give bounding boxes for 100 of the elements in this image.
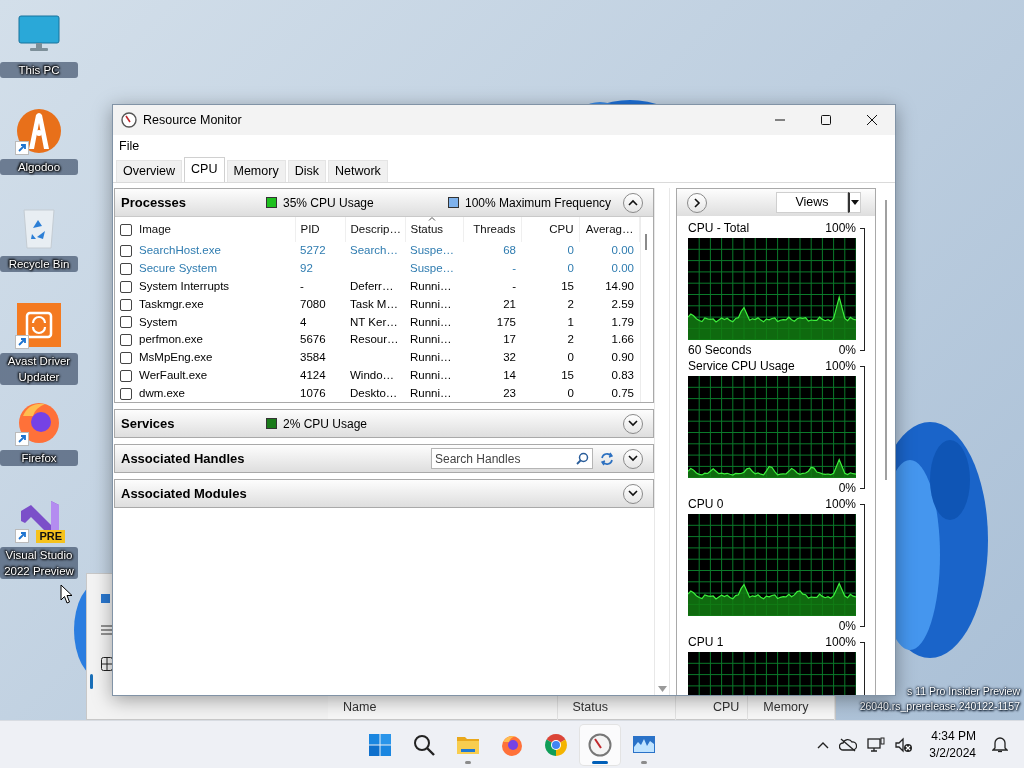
panel-title: Processes <box>121 193 188 212</box>
chevron-down-icon <box>628 455 638 462</box>
build-info-text: s 11 Pro Insider Preview <box>905 684 1020 699</box>
table-cell-text: Suspe… <box>409 261 456 277</box>
notifications-button[interactable] <box>992 736 1008 753</box>
scale-label: 0% <box>838 481 856 495</box>
panel-title: Services <box>121 414 176 433</box>
checkbox[interactable] <box>120 280 132 293</box>
scroll-down-icon <box>657 686 667 692</box>
scrollbar-thumb[interactable] <box>885 200 887 480</box>
desktop-shortcut[interactable]: PRE Visual Studio 2022 Preview <box>0 495 78 592</box>
table-cell-text: 21 <box>502 296 517 312</box>
column-header[interactable]: Image <box>139 222 171 235</box>
dropdown-button[interactable] <box>848 192 861 213</box>
table-cell-text: 0.90 <box>610 350 635 366</box>
preview-tag: PRE <box>36 530 65 543</box>
column-header[interactable]: Averag… <box>585 222 634 235</box>
checkbox[interactable] <box>120 223 132 236</box>
desktop-shortcut[interactable]: Algodoo <box>0 107 78 204</box>
usage-text: 35% CPU Usage <box>283 194 374 212</box>
chevron-button[interactable] <box>623 192 643 213</box>
tray-button[interactable] <box>839 737 858 752</box>
table-cell-text: 14.90 <box>604 279 635 294</box>
table-cell-text: 17 <box>502 332 517 348</box>
tab[interactable]: Overview <box>116 160 183 182</box>
clock-button[interactable]: 4:34 PM 3/2/2024 <box>923 727 982 762</box>
table-cell: Search… <box>345 242 405 260</box>
desktop-shortcut[interactable]: Avast Driver Updater <box>0 301 78 398</box>
chevron-button[interactable] <box>623 448 643 469</box>
desktop-shortcut[interactable]: This PC <box>0 10 78 107</box>
table-cell-text: 1076 <box>299 385 327 401</box>
chevron-right-icon <box>693 197 701 208</box>
table-cell-text: Deskto… <box>349 385 399 401</box>
selection-indicator <box>90 674 93 689</box>
table-cell-text: 1 <box>566 314 575 330</box>
checkbox[interactable] <box>120 245 132 258</box>
taskbar-app-button[interactable] <box>580 724 620 765</box>
chevron-down-icon <box>628 490 638 497</box>
checkbox[interactable] <box>120 298 132 311</box>
gauge-icon <box>121 112 137 128</box>
menu-item[interactable]: File <box>119 136 140 156</box>
table-cell: Suspe… <box>405 242 463 260</box>
scrollbar[interactable] <box>654 188 670 695</box>
checkbox[interactable] <box>120 334 132 347</box>
column-header[interactable]: PID <box>300 222 320 235</box>
scrollbar-thumb[interactable] <box>644 234 647 250</box>
legend-swatch <box>448 197 459 208</box>
table-cell-text: Deferr… <box>349 279 395 294</box>
process-name: Secure System <box>139 262 217 275</box>
tab[interactable]: Disk <box>287 160 326 182</box>
checkbox[interactable] <box>120 369 132 382</box>
tab[interactable]: Network <box>327 160 388 182</box>
panel-title: Associated Handles <box>121 449 246 468</box>
column-header[interactable]: CPU <box>549 222 574 235</box>
chevron-button[interactable] <box>623 413 643 434</box>
legend-swatch <box>266 197 277 208</box>
table-cell-text: Task M… <box>349 296 399 312</box>
tab[interactable]: CPU <box>184 157 225 182</box>
views-button[interactable]: Views <box>776 192 848 213</box>
checkbox[interactable] <box>120 263 132 276</box>
grid-icon <box>101 657 113 671</box>
show-hidden-icons-button[interactable] <box>817 740 830 749</box>
table-cell-text: 23 <box>502 385 517 401</box>
table-cell: 0 <box>521 242 579 260</box>
checkbox[interactable] <box>120 387 132 400</box>
chrome-icon <box>544 732 568 757</box>
chevron-button[interactable] <box>623 483 643 504</box>
column-header[interactable]: Threads <box>473 222 516 235</box>
graph-title: CPU 1 <box>688 635 724 649</box>
scale-label: 100% <box>825 635 856 649</box>
table-cell-text: 0 <box>566 261 575 277</box>
table-cell-text: Windo… <box>349 367 396 383</box>
chevron-up-icon <box>817 740 830 749</box>
checkbox[interactable] <box>120 316 132 329</box>
tab[interactable]: Memory <box>226 160 286 182</box>
expand-button[interactable] <box>687 192 707 213</box>
process-name: Taskmgr.exe <box>139 297 204 310</box>
menu-icon <box>101 625 113 635</box>
table-cell-text: Runni… <box>409 332 453 348</box>
search-field[interactable]: Search Handles <box>431 448 593 469</box>
column-header[interactable]: Descrip… <box>350 222 401 235</box>
table-cell-text: 0 <box>566 385 575 401</box>
volume-button[interactable] <box>895 736 914 753</box>
scale-label: 0% <box>838 619 856 633</box>
search-icon <box>412 732 436 757</box>
desktop-shortcut[interactable]: Recycle Bin <box>0 204 78 301</box>
table-cell-text: Runni… <box>409 367 453 383</box>
desktop-shortcut[interactable]: Firefox <box>0 398 78 495</box>
table-cell-text: Runni… <box>409 279 453 294</box>
search-icon <box>576 452 589 465</box>
column-header[interactable]: Status <box>410 222 444 235</box>
table-cell-text: 0 <box>566 350 575 366</box>
checkbox[interactable] <box>120 352 132 364</box>
table-cell: 0.00 <box>579 242 639 260</box>
table-cell-text: 0.83 <box>610 367 635 383</box>
close-icon <box>867 115 877 125</box>
scale-label: 0% <box>838 343 856 357</box>
table-cell-text: 15 <box>560 279 575 294</box>
table-cell-text: 2 <box>566 332 575 348</box>
network-button[interactable] <box>867 736 886 753</box>
